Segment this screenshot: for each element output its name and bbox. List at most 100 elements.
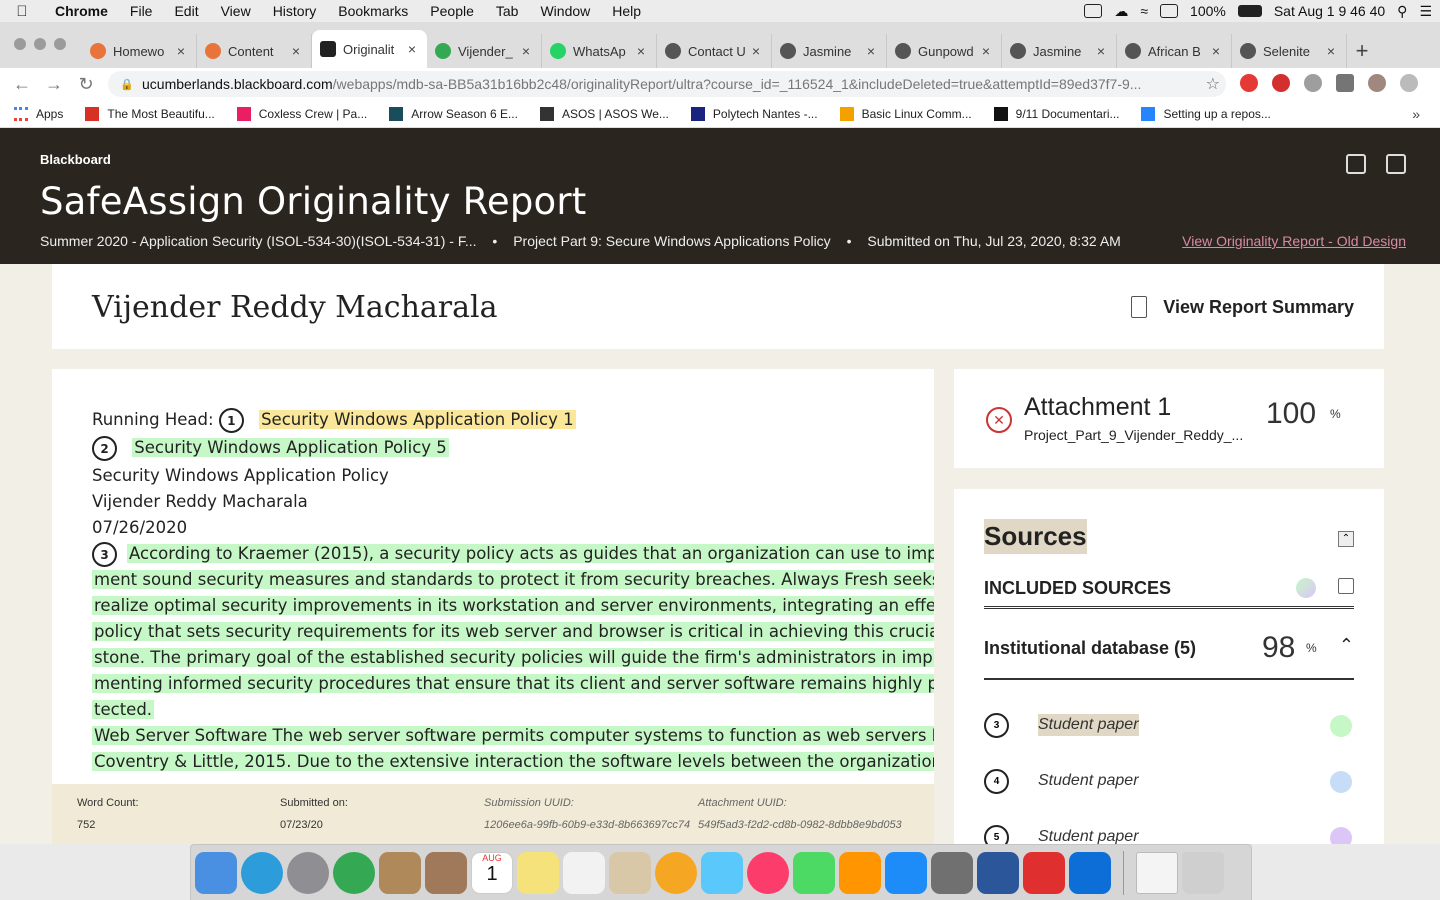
browser-tab[interactable]: Homewo × [82, 34, 197, 68]
reload-button[interactable]: ↻ [70, 74, 102, 95]
match-number-badge[interactable]: 3 [92, 542, 117, 567]
reminders-icon[interactable] [563, 851, 605, 894]
bookmark-item[interactable]: Setting up a repos... [1141, 106, 1271, 121]
teamviewer-icon[interactable] [1069, 851, 1111, 894]
mail-icon[interactable] [379, 851, 421, 894]
source-label[interactable]: Student paper [1038, 770, 1139, 792]
matched-text[interactable]: tected. [92, 700, 155, 719]
matched-text[interactable]: ment sound security measures and standar… [92, 570, 934, 589]
browser-tab[interactable]: Jasmine × [1002, 34, 1117, 68]
highlight-toggle-icon[interactable] [1330, 827, 1352, 844]
cloud-icon[interactable]: ☁ [1114, 3, 1128, 20]
tab-close-icon[interactable]: × [1094, 43, 1108, 59]
matched-text[interactable]: Web Server Software The web server softw… [92, 726, 934, 745]
source-label[interactable]: Student paper [1038, 714, 1139, 736]
download-icon[interactable] [1386, 154, 1406, 174]
browser-tab[interactable]: Gunpowd × [887, 34, 1002, 68]
puzzle-icon[interactable] [1336, 74, 1354, 92]
wifi-icon[interactable]: ≈ [1140, 3, 1148, 19]
menu-edit[interactable]: Edit [163, 3, 209, 19]
tab-close-icon[interactable]: × [1209, 43, 1223, 59]
browser-tab[interactable]: Contact U × [657, 34, 772, 68]
source-item[interactable]: 5 Student paper [984, 817, 1354, 844]
matched-text[interactable]: Security Windows Application Policy 5 [132, 438, 449, 457]
safari-icon[interactable] [241, 851, 283, 894]
menu-bookmarks[interactable]: Bookmarks [327, 3, 419, 19]
bookmark-item[interactable]: 9/11 Documentari... [993, 106, 1119, 121]
old-design-link[interactable]: View Originality Report - Old Design [1182, 233, 1406, 249]
stop-extension-icon[interactable] [1272, 74, 1290, 92]
browser-tab[interactable]: WhatsAp × [542, 34, 657, 68]
matched-text[interactable]: Coventry & Little, 2015. Due to the exte… [92, 752, 934, 771]
forward-button[interactable]: → [38, 74, 70, 95]
document-viewer[interactable]: Running Head: 1 Security Windows Applica… [52, 369, 934, 844]
menu-app-name[interactable]: Chrome [44, 3, 119, 19]
matched-text[interactable]: realize optimal security improvements in… [92, 596, 934, 615]
itunes-icon[interactable] [747, 851, 789, 894]
books-icon[interactable] [839, 851, 881, 894]
bookmark-item[interactable]: Polytech Nantes -... [690, 106, 818, 121]
extension-icon[interactable] [1304, 74, 1322, 92]
system-preferences-icon[interactable] [931, 851, 973, 894]
apple-icon[interactable]:  [0, 3, 44, 20]
print-icon[interactable] [1346, 154, 1366, 174]
keyboard-icon[interactable] [1160, 4, 1179, 18]
menu-history[interactable]: History [262, 3, 328, 19]
facetime-icon[interactable] [793, 851, 835, 894]
tab-close-icon[interactable]: × [1324, 43, 1338, 59]
new-tab-button[interactable]: + [1347, 34, 1377, 68]
tab-close-icon[interactable]: × [634, 43, 648, 59]
chevron-up-icon[interactable]: ⌃ [1339, 635, 1354, 656]
browser-tab[interactable]: Jasmine × [772, 34, 887, 68]
zoom-window-button[interactable] [54, 38, 66, 50]
source-item[interactable]: 3 Student paper [984, 705, 1354, 745]
tab-close-icon[interactable]: × [864, 43, 878, 59]
tab-close-icon[interactable]: × [174, 43, 188, 59]
highlight-toggle-icon[interactable] [1296, 578, 1316, 598]
tab-close-icon[interactable]: × [749, 43, 763, 59]
view-report-summary-button[interactable]: View Report Summary [1131, 296, 1354, 318]
app-store-icon[interactable] [885, 851, 927, 894]
clock[interactable]: Sat Aug 1 9 46 40 [1274, 3, 1385, 19]
source-label[interactable]: Student paper [1038, 826, 1139, 844]
profile-avatar[interactable] [1368, 74, 1386, 92]
notification-center-icon[interactable]: ☰ [1419, 3, 1432, 20]
minimize-window-button[interactable] [34, 38, 46, 50]
trash-icon[interactable] [1182, 851, 1224, 894]
browser-tab[interactable]: Selenite × [1232, 34, 1347, 68]
highlight-toggle-icon[interactable] [1330, 715, 1352, 737]
matched-text[interactable]: menting informed security procedures tha… [92, 674, 934, 693]
matched-text[interactable]: policy that sets security requirements f… [92, 622, 934, 641]
address-bar[interactable]: 🔒 ucumberlands.blackboard.com /webapps/m… [108, 71, 1226, 97]
menu-people[interactable]: People [419, 3, 485, 19]
remove-attachment-icon[interactable]: ✕ [986, 407, 1012, 433]
notes-icon[interactable] [517, 851, 559, 894]
bookmark-item[interactable]: ASOS | ASOS We... [539, 106, 669, 121]
matched-text[interactable]: According to Kraemer (2015), a security … [127, 544, 934, 563]
menu-tab[interactable]: Tab [485, 3, 530, 19]
browser-tab[interactable]: Vijender_ × [427, 34, 542, 68]
attachment-card[interactable]: ✕ Attachment 1 Project_Part_9_Vijender_R… [954, 369, 1384, 468]
expand-icon[interactable] [1338, 578, 1354, 594]
bookmark-item[interactable]: Apps [14, 106, 63, 121]
menu-window[interactable]: Window [529, 3, 601, 19]
bookmark-item[interactable]: Arrow Season 6 E... [389, 106, 518, 121]
teamviewer-status-icon[interactable] [1084, 4, 1103, 18]
browser-tab[interactable]: Originalit × [312, 30, 427, 68]
tab-close-icon[interactable]: × [979, 43, 993, 59]
tab-close-icon[interactable]: × [405, 41, 419, 57]
highlight-toggle-icon[interactable] [1330, 771, 1352, 793]
matched-paragraph[interactable]: 3 According to Kraemer (2015), a security… [92, 541, 934, 723]
bookmark-item[interactable]: Basic Linux Comm... [839, 106, 972, 121]
match-number-badge[interactable]: 1 [218, 408, 244, 433]
preview-icon[interactable] [609, 851, 651, 894]
messages-icon[interactable] [701, 851, 743, 894]
match-number-badge[interactable]: 2 [92, 436, 117, 461]
bookmark-item[interactable]: The Most Beautifu... [85, 106, 215, 121]
acrobat-icon[interactable] [1023, 851, 1065, 894]
word-icon[interactable] [977, 851, 1019, 894]
menu-file[interactable]: File [119, 3, 164, 19]
docx-file-icon[interactable] [1136, 851, 1178, 894]
matched-paragraph[interactable]: Web Server Software The web server softw… [92, 723, 934, 775]
source-item[interactable]: 4 Student paper [984, 761, 1354, 801]
